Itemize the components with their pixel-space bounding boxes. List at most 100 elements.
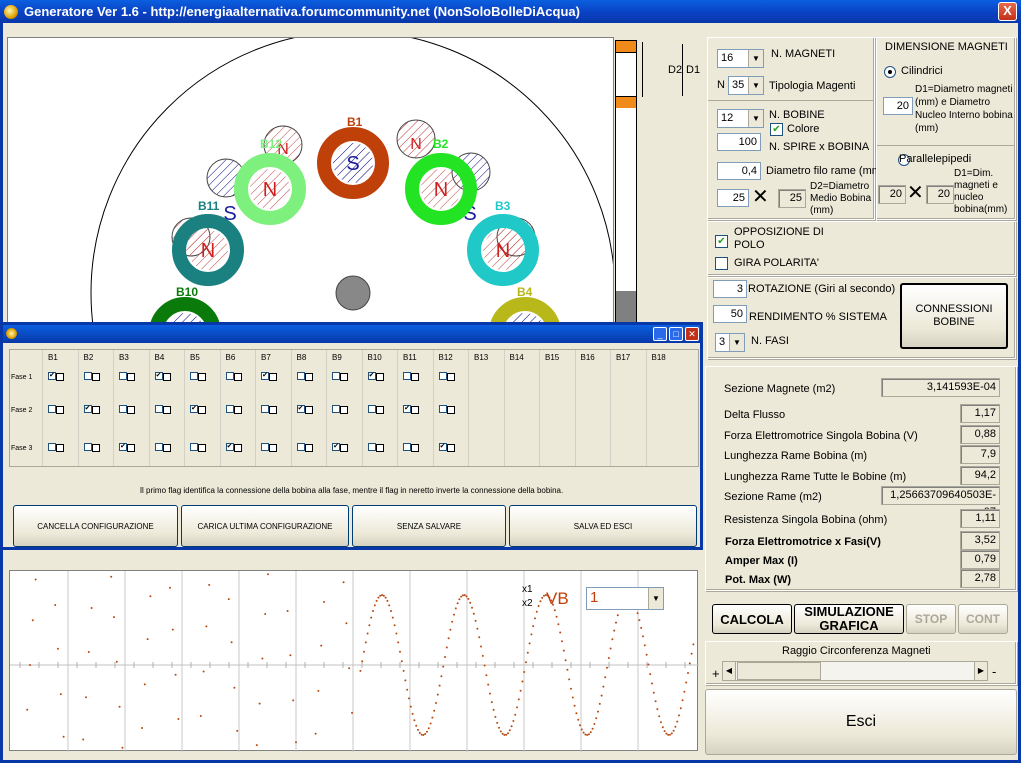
phase-checkbox[interactable] [340,444,348,452]
phase-checkbox[interactable]: ✔ [367,372,376,380]
phase-checkbox[interactable] [367,443,376,451]
phase-checkbox[interactable] [91,444,100,452]
cont-button[interactable]: CONT [958,604,1008,634]
n-fasi-select[interactable]: 3 ▼ [715,333,745,352]
connessioni-bobine-button[interactable]: CONNESSIONI BOBINE [900,283,1008,349]
n-bobine-select[interactable]: 12 ▼ [717,109,764,128]
cancella-configurazione-button[interactable]: CANCELLA CONFIGURAZIONE [13,505,178,547]
phase-checkbox[interactable] [446,406,455,414]
phase-checkbox[interactable] [446,373,455,381]
phase-checkbox[interactable] [411,406,419,414]
scroll-thumb[interactable] [737,662,821,680]
phase-checkbox[interactable] [340,373,348,381]
phase-checkbox[interactable] [198,406,206,414]
dialog-close-icon[interactable]: ✕ [685,327,699,341]
esci-button[interactable]: Esci [705,689,1017,755]
phase-checkbox[interactable] [127,406,135,414]
phase-checkbox[interactable] [83,443,92,451]
wave-select[interactable]: 1 ▼ [586,587,664,610]
phase-checkbox[interactable] [154,405,163,413]
phase-checkbox[interactable] [48,443,56,451]
n-spire-input[interactable]: 100 [717,133,761,151]
stop-button[interactable]: STOP [906,604,956,634]
phase-checkbox[interactable] [233,406,242,414]
raggio-scrollbar[interactable]: ◀ ▶ [722,661,988,681]
phase-checkbox[interactable] [233,373,242,381]
phase-checkbox[interactable] [127,373,135,381]
scroll-right-icon[interactable]: ▶ [974,662,987,680]
phase-checkbox[interactable] [56,373,64,381]
phase-checkbox[interactable] [296,372,305,380]
rotazione-input[interactable]: 3 [713,280,747,298]
phase-checkbox[interactable] [375,406,384,414]
cilindrici-radio[interactable] [884,66,896,78]
close-button[interactable]: X [998,2,1017,21]
phase-checkbox[interactable] [375,444,384,452]
phase-checkbox[interactable]: ✔ [332,443,340,451]
phase-checkbox[interactable] [119,405,127,413]
maximize-icon[interactable]: □ [669,327,683,341]
phase-checkbox[interactable] [91,406,100,414]
phase-checkbox[interactable] [225,405,234,413]
minimize-icon[interactable]: _ [653,327,667,341]
n-magneti-select[interactable]: 16 ▼ [717,49,764,68]
rendimento-input[interactable]: 50 [713,305,747,323]
colore-checkbox[interactable]: ✔ [770,123,783,136]
phase-checkbox[interactable] [304,406,313,414]
calcola-button[interactable]: CALCOLA [712,604,792,634]
phase-checkbox[interactable] [83,372,92,380]
opposizione-checkbox[interactable]: ✔ [715,235,728,248]
diametro-filo-input[interactable]: 0,4 [717,162,761,180]
phase-checkbox[interactable] [340,406,348,414]
phase-checkbox[interactable] [304,444,313,452]
phase-checkbox[interactable]: ✔ [225,443,234,451]
phase-checkbox[interactable] [162,406,171,414]
phase-checkbox[interactable]: ✔ [190,405,198,413]
phase-checkbox[interactable] [48,405,56,413]
phase-checkbox[interactable] [438,372,447,380]
phase-checkbox[interactable]: ✔ [296,405,305,413]
scroll-left-icon[interactable]: ◀ [723,662,736,680]
phase-checkbox[interactable] [403,443,411,451]
phase-checkbox[interactable] [154,443,163,451]
phase-checkbox[interactable] [269,373,277,381]
phase-checkbox[interactable] [190,372,198,380]
phase-checkbox[interactable] [332,372,340,380]
phase-checkbox[interactable] [127,444,135,452]
phase-checkbox[interactable]: ✔ [83,405,92,413]
phase-checkbox[interactable] [261,443,269,451]
phase-checkbox[interactable]: ✔ [403,405,411,413]
phase-checkbox[interactable] [225,372,234,380]
phase-checkbox[interactable]: ✔ [438,443,447,451]
phase-checkbox[interactable] [438,405,447,413]
phase-checkbox[interactable] [332,405,340,413]
phase-checkbox[interactable] [403,372,411,380]
phase-checkbox[interactable] [190,443,198,451]
phase-checkbox[interactable] [261,405,269,413]
phase-checkbox[interactable] [56,444,64,452]
phase-checkbox[interactable] [269,444,277,452]
tipologia-select[interactable]: 35 ▼ [728,76,764,95]
phase-checkbox[interactable]: ✔ [48,372,56,380]
phase-checkbox[interactable] [119,372,127,380]
salva-ed-esci-button[interactable]: SALVA ED ESCI [509,505,697,547]
phase-checkbox[interactable] [375,373,384,381]
phase-checkbox[interactable] [162,444,171,452]
phase-checkbox[interactable] [411,373,419,381]
phase-checkbox[interactable] [56,406,64,414]
phase-checkbox[interactable] [411,444,419,452]
phase-checkbox[interactable] [198,373,206,381]
phase-checkbox[interactable] [162,373,171,381]
carica-ultima-configurazione-button[interactable]: CARICA ULTIMA CONFIGURAZIONE [181,505,349,547]
phase-checkbox[interactable] [296,443,305,451]
phase-checkbox[interactable] [367,405,376,413]
phase-checkbox[interactable]: ✔ [154,372,163,380]
simulazione-grafica-button[interactable]: SIMULAZIONE GRAFICA [794,604,904,634]
phase-checkbox[interactable] [269,406,277,414]
phase-checkbox[interactable] [446,444,455,452]
cil-input[interactable]: 20 [883,97,913,115]
phase-checkbox[interactable]: ✔ [119,443,127,451]
phase-checkbox[interactable]: ✔ [261,372,269,380]
gira-polarita-checkbox[interactable] [715,257,728,270]
phase-checkbox[interactable] [198,444,206,452]
